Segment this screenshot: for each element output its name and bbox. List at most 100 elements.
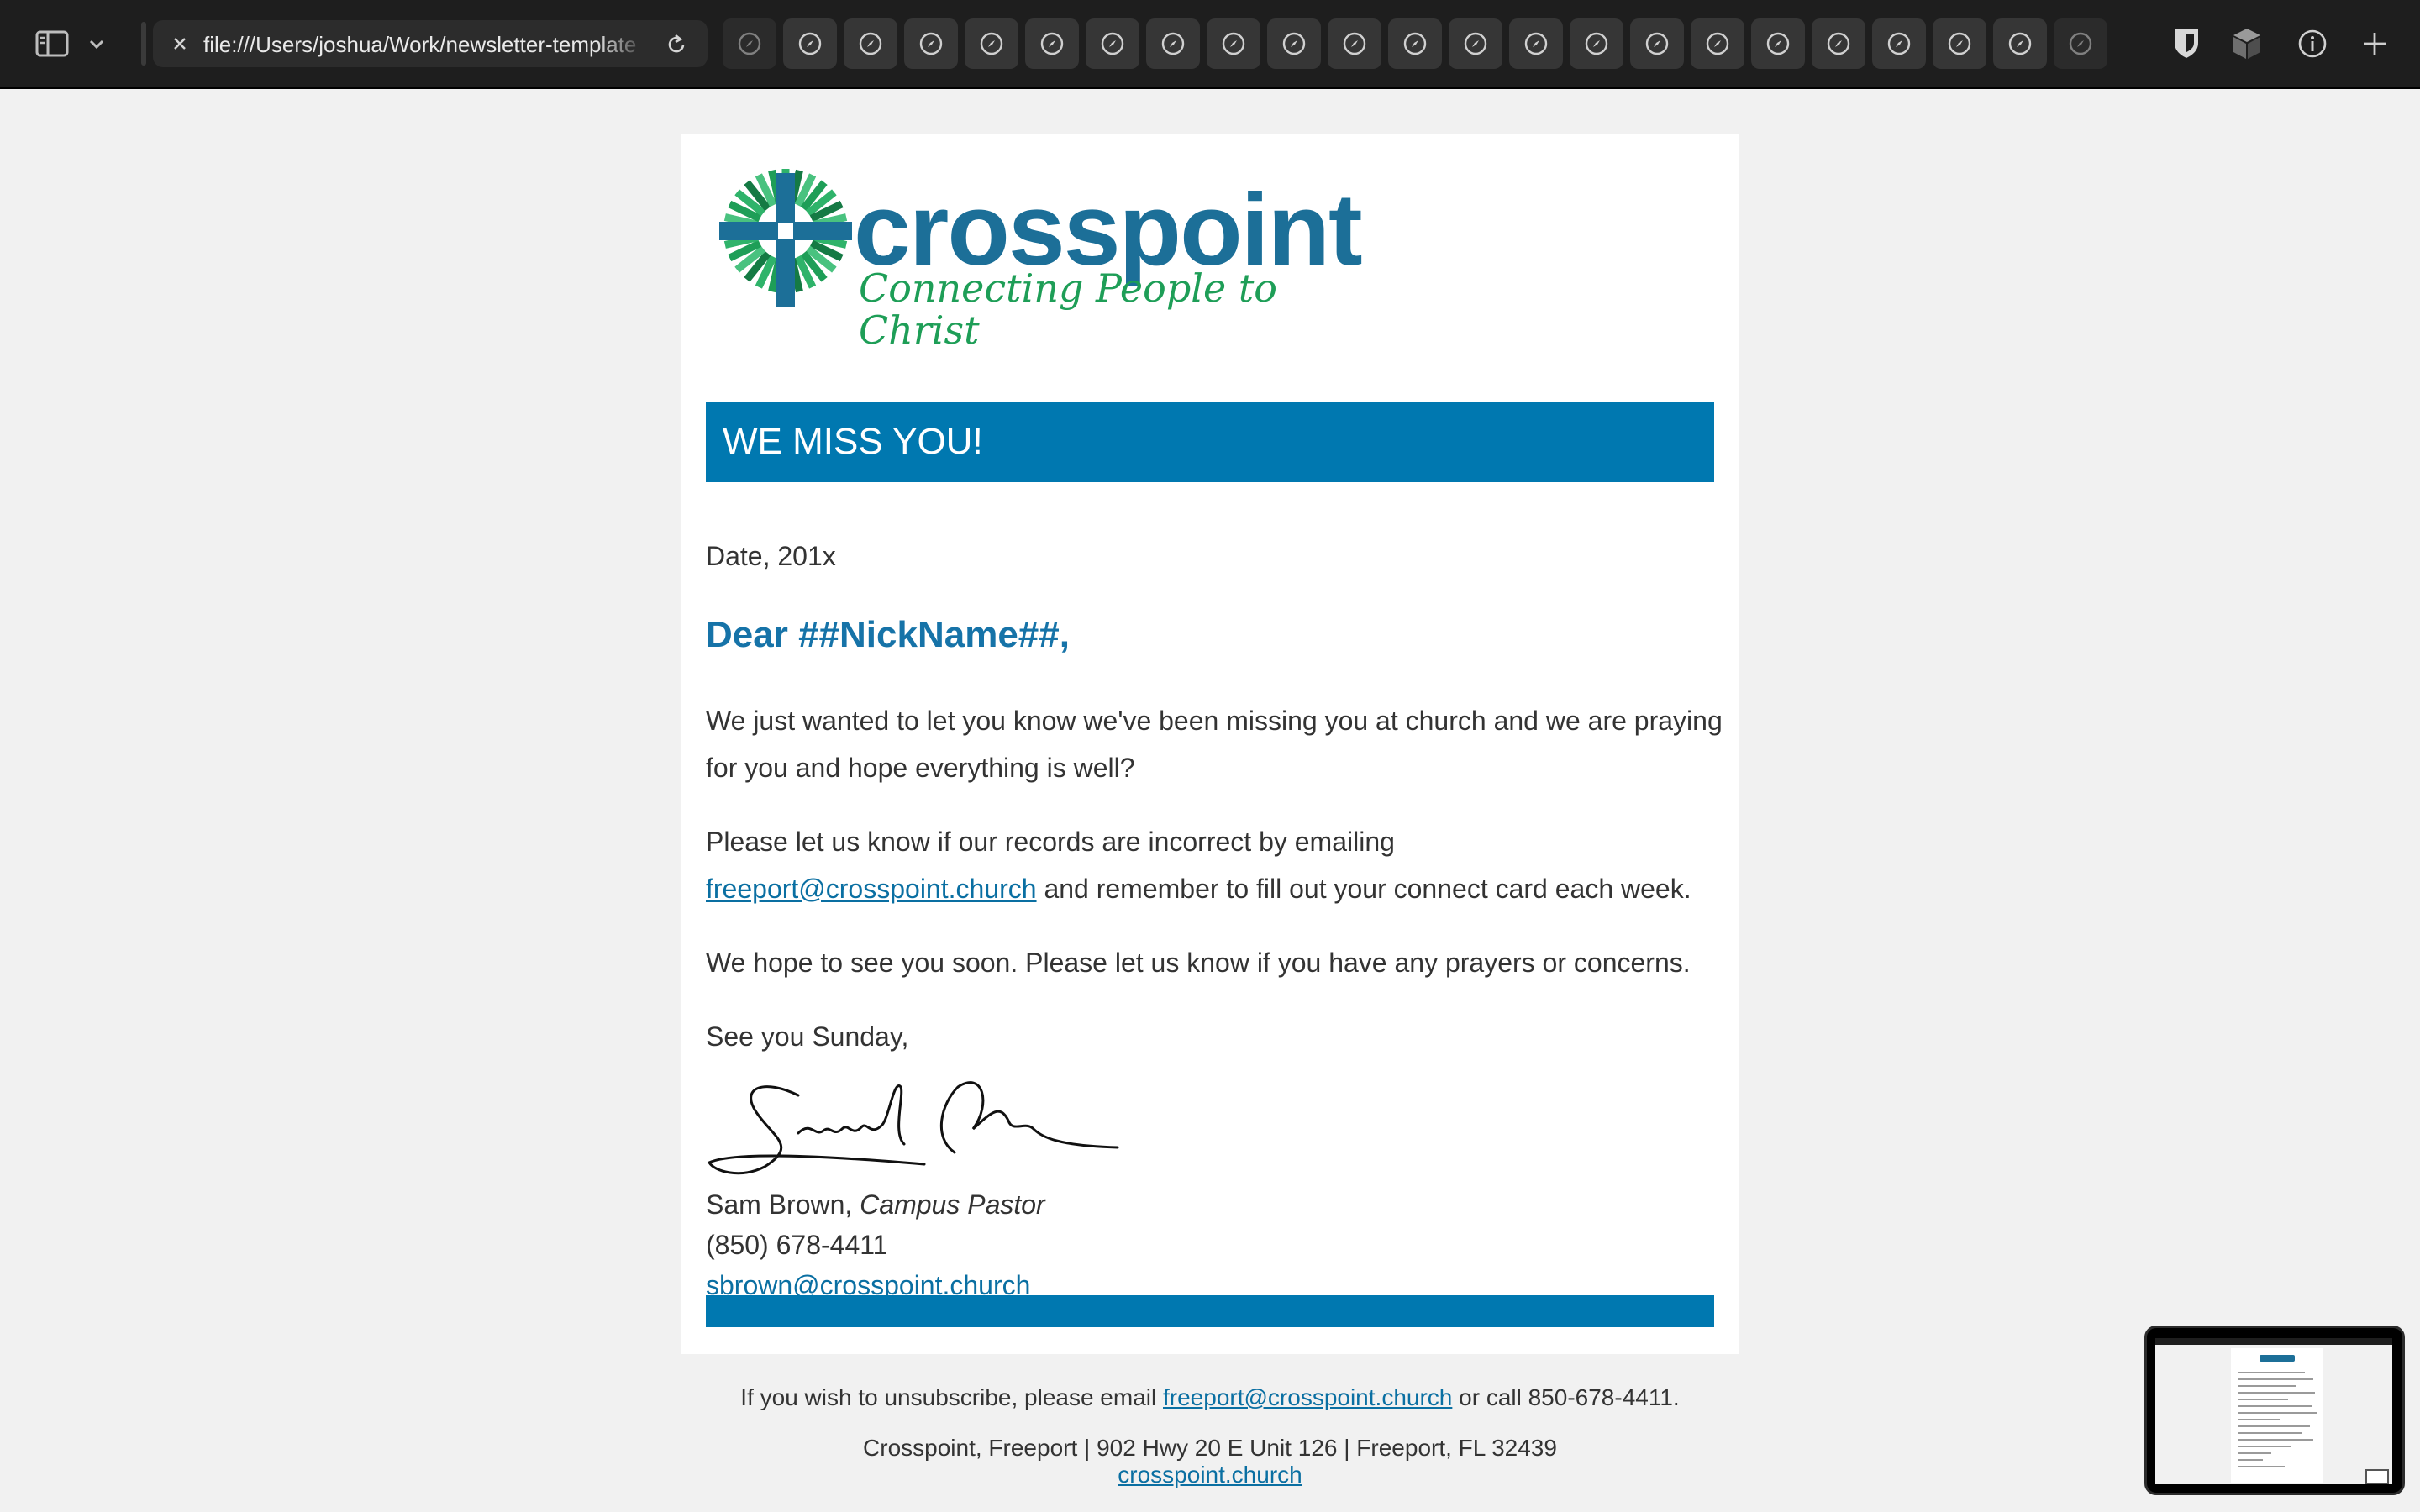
thumbnail-text-line [2238,1385,2296,1387]
thumbnail-text-line [2238,1412,2317,1414]
thumbnail-text-line [2238,1378,2313,1380]
email-card: crosspoint Connecting People to Christ W… [681,134,1739,1354]
tab-group-menu-button[interactable] [86,27,108,60]
thumbnail-text-line [2238,1392,2315,1394]
browser-tab[interactable] [1328,18,1381,69]
compass-icon [1464,32,1487,55]
thumbnail-text-line [2238,1405,2312,1407]
password-manager-extension[interactable] [2168,25,2205,62]
browser-tab[interactable] [723,18,776,69]
compass-icon [980,32,1003,55]
browser-tab[interactable] [1207,18,1260,69]
window-thumbnail-preview[interactable] [2144,1326,2405,1495]
compass-icon [1645,32,1669,55]
toolbar-divider [141,22,146,66]
browser-tab[interactable] [1449,18,1502,69]
sidebar-icon [35,30,69,57]
paragraph-2-text-end: and remember to fill out your connect ca… [1036,874,1691,904]
body-paragraph-1: We just wanted to let you know we've bee… [706,706,1723,783]
box-extension[interactable] [2228,25,2265,62]
handwritten-signature [707,1081,1119,1175]
browser-tab[interactable] [1267,18,1321,69]
browser-tab[interactable] [844,18,897,69]
browser-tab[interactable] [904,18,958,69]
freeport-email-link[interactable]: freeport@crosspoint.church [706,874,1037,904]
browser-tab[interactable] [1388,18,1442,69]
compass-icon [859,32,882,55]
compass-icon [1766,32,1790,55]
close-tab-button[interactable] [168,32,192,55]
signer-title: Campus Pastor [860,1189,1045,1220]
thumbnail-text-line [2238,1419,2280,1420]
thumbnail-text-line [2238,1425,2310,1427]
compass-icon [1161,32,1185,55]
thumbnail-screen [2155,1338,2392,1484]
browser-tab[interactable] [2054,18,2107,69]
compass-icon [1343,32,1366,55]
browser-tab[interactable] [1025,18,1079,69]
website-link[interactable]: crosspoint.church [1118,1462,1302,1488]
unsubscribe-email-link[interactable]: freeport@crosspoint.church [1163,1384,1452,1410]
compass-icon [738,32,761,55]
thumbnail-text-line [2238,1399,2288,1400]
compass-icon [1827,32,1850,55]
thumbnail-toolbar [2155,1338,2392,1345]
browser-tab[interactable] [1086,18,1139,69]
banner-title: WE MISS YOU! [723,421,983,462]
page-info-button[interactable] [2294,25,2331,62]
compass-icon [798,32,822,55]
reload-icon [668,34,685,53]
browser-tab[interactable] [1146,18,1200,69]
browser-tab[interactable] [965,18,1018,69]
thumbnail-text-line [2238,1372,2305,1373]
sidebar-toggle-button[interactable] [34,27,71,60]
compass-icon [1887,32,1911,55]
logo-tagline: Connecting People to Christ [859,265,1278,353]
thumbnail-text-line [2238,1446,2291,1447]
body-paragraph-2: Please let us know if our records are in… [706,818,1723,912]
box-icon [2233,29,2260,59]
browser-tab[interactable] [1509,18,1563,69]
browser-tab[interactable] [1751,18,1805,69]
title-banner: WE MISS YOU! [706,402,1714,482]
compass-icon [1585,32,1608,55]
browser-tab[interactable] [1993,18,2047,69]
body-paragraph-3: We hope to see you soon. Please let us k… [706,948,1691,978]
thumbnail-text-line [2238,1459,2263,1461]
browser-tab[interactable] [1570,18,1623,69]
browser-tab[interactable] [1872,18,1926,69]
browser-tab[interactable] [1933,18,1986,69]
compass-icon [919,32,943,55]
thumbnail-text-line [2238,1439,2313,1441]
signer-line: Sam Brown, Campus Pastor [706,1184,1045,1225]
address-bar[interactable]: file:///Users/joshua/Work/newsletter-tem… [153,20,708,67]
compass-icon [1222,32,1245,55]
url-text[interactable]: file:///Users/joshua/Work/newsletter-tem… [203,32,649,57]
unsubscribe-text-end: or call 850-678-4411. [1452,1384,1680,1410]
browser-toolbar: file:///Users/joshua/Work/newsletter-tem… [0,0,2420,89]
tab-strip [723,18,2144,69]
browser-tab[interactable] [1691,18,1744,69]
thumbnail-minimize-indicator [2365,1469,2389,1484]
chevron-down-icon [89,39,104,50]
browser-tab[interactable] [1812,18,1865,69]
browser-tab[interactable] [1630,18,1684,69]
compass-icon [1101,32,1124,55]
postal-address: Crosspoint, Freeport | 902 Hwy 20 E Unit… [863,1435,1557,1461]
signer-phone: (850) 678-4411 [706,1230,888,1260]
compass-icon [1040,32,1064,55]
new-tab-button[interactable] [2356,25,2393,62]
compass-icon [1282,32,1306,55]
thumbnail-text-line [2238,1432,2302,1434]
page-viewport: crosspoint Connecting People to Christ W… [13,101,2407,1512]
thumbnail-text-line [2238,1452,2271,1454]
compass-icon [1524,32,1548,55]
compass-icon [2008,32,2032,55]
plus-icon [2364,33,2386,55]
shield-icon [2175,29,2198,58]
compass-icon [1706,32,1729,55]
browser-tab[interactable] [783,18,837,69]
email-footer-bar [706,1295,1714,1327]
reload-button[interactable] [662,30,691,59]
thumbnail-page [2231,1348,2323,1483]
